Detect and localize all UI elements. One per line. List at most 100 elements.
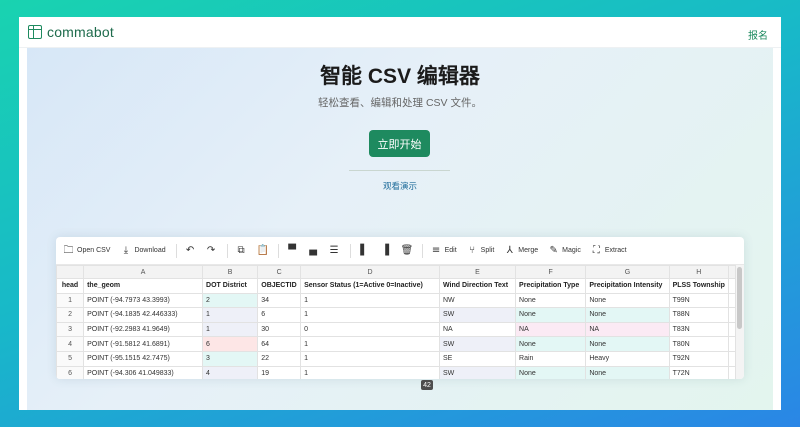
column-letter[interactable]: H: [668, 265, 730, 279]
table-cell[interactable]: None: [585, 292, 670, 309]
column-header[interactable]: PLSS Township: [668, 278, 730, 294]
table-cell[interactable]: SW: [438, 307, 517, 323]
watch-demo-link[interactable]: 观看演示: [27, 180, 773, 192]
delete-row-button[interactable]: ☰: [329, 242, 340, 260]
extract-button[interactable]: ⛶ Extract: [591, 242, 627, 260]
signup-link[interactable]: 报名: [748, 27, 768, 42]
column-letter[interactable]: D: [300, 265, 440, 279]
table-cell[interactable]: 4: [202, 365, 259, 379]
table-cell[interactable]: POINT (-94.306 41.049833): [83, 365, 204, 379]
table-cell[interactable]: 1: [300, 307, 440, 323]
grid-corner-cell[interactable]: [56, 265, 85, 279]
table-cell[interactable]: 64: [257, 336, 302, 352]
split-button[interactable]: ⑂ Split: [467, 242, 494, 260]
table-cell[interactable]: 34: [257, 292, 302, 309]
paste-button[interactable]: 📋: [257, 242, 269, 260]
insert-row-above-button[interactable]: ▀: [287, 242, 298, 260]
table-cell[interactable]: NA: [515, 321, 587, 338]
table-cell[interactable]: 30: [257, 321, 302, 338]
column-header[interactable]: Precipitation Intensity: [585, 278, 670, 294]
table-row[interactable]: 3 POINT (-92.2983 41.9649) 1 30 0 NA NA NA T83N: [56, 321, 736, 338]
copy-button[interactable]: ⧉: [236, 242, 247, 260]
table-row[interactable]: 6 POINT (-94.306 41.049833) 4 19 1 SW None None…: [56, 365, 736, 379]
row-number[interactable]: 2: [56, 307, 85, 323]
table-cell[interactable]: None: [515, 292, 587, 309]
column-letter[interactable]: F: [515, 265, 587, 279]
column-letter[interactable]: G: [585, 265, 670, 279]
table-row[interactable]: 4 POINT (-91.5812 41.6891) 6 64 1 SW None None T…: [56, 336, 736, 352]
table-cell[interactable]: None: [585, 307, 670, 323]
table-cell[interactable]: T99N: [668, 292, 730, 309]
table-cell[interactable]: T92N: [668, 350, 730, 367]
row-number[interactable]: 1: [56, 292, 85, 309]
table-cell[interactable]: T72N: [668, 365, 730, 379]
delete-col-button[interactable]: 🗑: [401, 242, 414, 260]
insert-col-right-button[interactable]: ▐: [380, 242, 391, 260]
table-cell[interactable]: T88N: [668, 307, 730, 323]
table-cell[interactable]: POINT (-94.7973 43.3993): [83, 292, 204, 309]
row-number[interactable]: 5: [56, 350, 85, 367]
table-cell[interactable]: T83N: [668, 321, 730, 338]
table-cell[interactable]: NW: [438, 292, 517, 309]
table-cell[interactable]: None: [585, 336, 670, 352]
table-cell[interactable]: 1: [202, 307, 259, 323]
column-header[interactable]: Wind Direction Text: [438, 278, 517, 294]
table-cell[interactable]: POINT (-91.5812 41.6891): [83, 336, 204, 352]
column-letter[interactable]: [728, 265, 736, 279]
edit-button[interactable]: ≡ Edit: [431, 242, 457, 260]
table-cell[interactable]: [728, 336, 736, 352]
row-number[interactable]: 4: [56, 336, 85, 352]
table-cell[interactable]: 1: [202, 321, 259, 338]
table-cell[interactable]: Rain: [515, 350, 587, 367]
column-letter[interactable]: E: [438, 265, 517, 279]
scrollbar-thumb[interactable]: [737, 267, 742, 329]
table-cell[interactable]: 6: [257, 307, 302, 323]
table-cell[interactable]: NA: [585, 321, 670, 338]
table-cell[interactable]: None: [585, 365, 670, 379]
row-number[interactable]: 6: [56, 365, 85, 379]
vertical-scrollbar[interactable]: [736, 265, 744, 379]
table-cell[interactable]: 1: [300, 336, 440, 352]
table-cell[interactable]: 1: [300, 292, 440, 309]
table-cell[interactable]: 1: [300, 350, 440, 367]
column-letter[interactable]: C: [257, 265, 302, 279]
table-cell[interactable]: 2: [202, 292, 259, 309]
column-header[interactable]: the_geom: [83, 278, 204, 294]
table-cell[interactable]: None: [515, 336, 587, 352]
table-cell[interactable]: SE: [438, 350, 517, 367]
table-cell[interactable]: POINT (-92.2983 41.9649): [83, 321, 204, 338]
table-cell[interactable]: 1: [300, 365, 440, 379]
column-header[interactable]: Precipitation Type: [515, 278, 587, 294]
row-number[interactable]: 3: [56, 321, 85, 338]
table-cell[interactable]: Heavy: [585, 350, 670, 367]
table-cell[interactable]: [728, 307, 736, 323]
open-csv-button[interactable]: 🗀 Open CSV: [63, 242, 111, 260]
data-grid[interactable]: A B C D E F G Hhead the_geom DOT District OBJECTID…: [56, 265, 736, 379]
brand-logo[interactable]: commabot: [28, 24, 114, 40]
table-cell[interactable]: None: [515, 365, 587, 379]
table-cell[interactable]: 3: [202, 350, 259, 367]
table-cell[interactable]: SW: [438, 336, 517, 352]
table-cell[interactable]: 6: [202, 336, 259, 352]
table-cell[interactable]: POINT (-95.1515 42.7475): [83, 350, 204, 367]
table-cell[interactable]: [728, 350, 736, 367]
table-cell[interactable]: None: [515, 307, 587, 323]
table-cell[interactable]: 19: [257, 365, 302, 379]
column-header[interactable]: OBJECTID: [257, 278, 302, 294]
table-cell[interactable]: 0: [300, 321, 440, 338]
redo-button[interactable]: ↷: [206, 242, 217, 260]
column-letter[interactable]: A: [83, 265, 204, 279]
column-header[interactable]: Sensor Status (1=Active 0=Inactive): [300, 278, 440, 294]
table-cell[interactable]: [728, 365, 736, 379]
column-letter[interactable]: B: [202, 265, 259, 279]
merge-button[interactable]: ⅄ Merge: [504, 242, 538, 260]
table-cell[interactable]: [728, 292, 736, 309]
column-header[interactable]: DOT District: [202, 278, 259, 294]
undo-button[interactable]: ↶: [185, 242, 196, 260]
magic-button[interactable]: ✎ Magic: [548, 242, 580, 260]
download-button[interactable]: ⤓ Download: [120, 242, 166, 260]
table-row[interactable]: 1 POINT (-94.7973 43.3993) 2 34 1 NW None None T…: [56, 292, 736, 309]
column-header[interactable]: [728, 278, 736, 294]
table-cell[interactable]: SW: [438, 365, 517, 379]
table-row[interactable]: 2 POINT (-94.1835 42.446333) 1 6 1 SW None None…: [56, 307, 736, 323]
